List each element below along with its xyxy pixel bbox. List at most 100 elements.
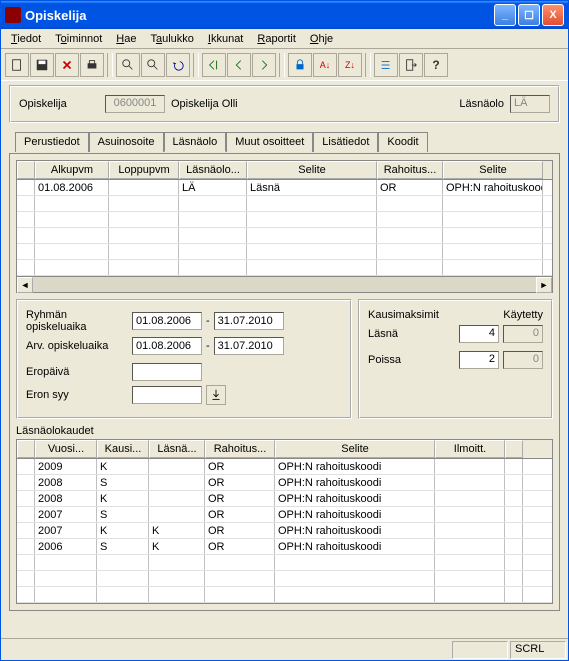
exit-button[interactable] [399,53,423,77]
x-icon [60,58,74,72]
zoom-out-button[interactable] [141,53,165,77]
help-button[interactable]: ? [424,53,448,77]
table-row[interactable]: 2007KKOROPH:N rahoituskoodi [17,523,552,539]
tab-koodit[interactable]: Koodit [378,132,427,152]
table-row[interactable]: 2009KOROPH:N rahoituskoodi [17,459,552,475]
maximize-button[interactable]: ☐ [518,4,540,26]
column-header[interactable]: Loppupvm [109,161,179,179]
sort-desc-button[interactable]: Z↓ [338,53,362,77]
titlebar: Opiskelija _ ☐ X [1,1,568,29]
save-button[interactable] [30,53,54,77]
toolbar-separator [193,53,199,77]
prev-button[interactable] [227,53,251,77]
table-cell [435,571,505,586]
column-header[interactable]: Alkupvm [35,161,109,179]
column-header[interactable]: Läsnä... [149,440,205,458]
column-header[interactable] [17,440,35,458]
ryhma-to-input[interactable] [214,312,284,330]
table-cell [247,196,377,211]
eropv-label: Eropäivä [26,366,128,378]
column-header[interactable]: Ilmoitt. [435,440,505,458]
lasna-max-field[interactable]: 4 [459,325,499,343]
table-cell [275,555,435,570]
table-row[interactable]: 2007SOROPH:N rahoituskoodi [17,507,552,523]
print-button[interactable] [80,53,104,77]
tab-läsnäolo[interactable]: Läsnäolo [164,132,227,152]
header-label-opiskelija: Opiskelija [19,98,99,110]
table-row[interactable] [17,244,552,260]
minimize-button[interactable]: _ [494,4,516,26]
column-header[interactable] [505,440,523,458]
menu-toiminnot[interactable]: Toiminnot [49,31,108,47]
column-header[interactable]: Rahoitus... [377,161,443,179]
menu-taulukko[interactable]: Taulukko [144,31,199,47]
table-cell: OPH:N rahoituskoodi [275,523,435,538]
zoom-in-button[interactable] [116,53,140,77]
table-row[interactable]: 2006SKOROPH:N rahoituskoodi [17,539,552,555]
new-button[interactable] [5,53,29,77]
presence-code-field[interactable]: LÄ [510,95,550,113]
header-panel: Opiskelija 0600001 Opiskelija Olli Läsnä… [9,85,560,123]
table-row[interactable] [17,571,552,587]
table-cell: K [97,491,149,506]
table-cell [17,523,35,538]
first-button[interactable] [202,53,226,77]
tab-lisätiedot[interactable]: Lisätiedot [313,132,378,152]
table-row[interactable]: 2008SOROPH:N rahoituskoodi [17,475,552,491]
column-header[interactable]: Rahoitus... [205,440,275,458]
tab-muut osoitteet[interactable]: Muut osoitteet [226,132,313,152]
menu-hae[interactable]: Hae [110,31,142,47]
scroll-track[interactable] [33,277,536,292]
ryhma-from-input[interactable] [132,312,202,330]
menu-ohje[interactable]: Ohje [304,31,339,47]
column-header[interactable]: Selite [443,161,543,179]
scroll-right-button[interactable]: ► [536,277,552,293]
ryhma-label: Ryhmän opiskeluaika [26,309,128,333]
grid-scrollbar[interactable]: ◄ ► [17,276,552,292]
student-id-field[interactable]: 0600001 [105,95,165,113]
menu-raportit[interactable]: Raportit [251,31,302,47]
eropv-input[interactable] [132,363,202,381]
lasnaolokaudet-label: Läsnäolokaudet [16,425,553,437]
table-cell [443,260,543,275]
table-row[interactable]: 2008KOROPH:N rahoituskoodi [17,491,552,507]
undo-button[interactable] [166,53,190,77]
arv-to-input[interactable] [214,337,284,355]
arv-from-input[interactable] [132,337,202,355]
table-row[interactable] [17,228,552,244]
table-cell: OR [205,475,275,490]
table-cell [205,571,275,586]
menu-ikkunat[interactable]: Ikkunat [202,31,249,47]
table-row[interactable] [17,260,552,276]
erosyy-lookup-button[interactable] [206,385,226,405]
lock-button[interactable] [288,53,312,77]
table-cell [97,571,149,586]
poissa-max-field[interactable]: 2 [459,351,499,369]
column-header[interactable]: Vuosi... [35,440,97,458]
table-cell [435,587,505,602]
table-row[interactable] [17,196,552,212]
column-header[interactable]: Kausi... [97,440,149,458]
table-row[interactable]: 01.08.2006LÄLäsnäOROPH:N rahoituskoodi [17,180,552,196]
scroll-left-button[interactable]: ◄ [17,277,33,293]
erosyy-input[interactable] [132,386,202,404]
table-row[interactable] [17,587,552,603]
tab-asuinosoite[interactable]: Asuinosoite [89,132,164,152]
column-header[interactable]: Läsnäolo... [179,161,247,179]
sort-asc-button[interactable]: A↓ [313,53,337,77]
next-icon [257,58,271,72]
list-button[interactable] [374,53,398,77]
menu-tiedot[interactable]: Tiedot [5,31,47,47]
close-button[interactable]: X [542,4,564,26]
next-button[interactable] [252,53,276,77]
delete-button[interactable] [55,53,79,77]
table-row[interactable] [17,212,552,228]
tab-perustiedot[interactable]: Perustiedot [15,132,89,152]
table-cell [109,180,179,195]
table-cell: 2009 [35,459,97,474]
table-row[interactable] [17,555,552,571]
column-header[interactable]: Selite [275,440,435,458]
table-cell [275,587,435,602]
column-header[interactable] [17,161,35,179]
column-header[interactable]: Selite [247,161,377,179]
